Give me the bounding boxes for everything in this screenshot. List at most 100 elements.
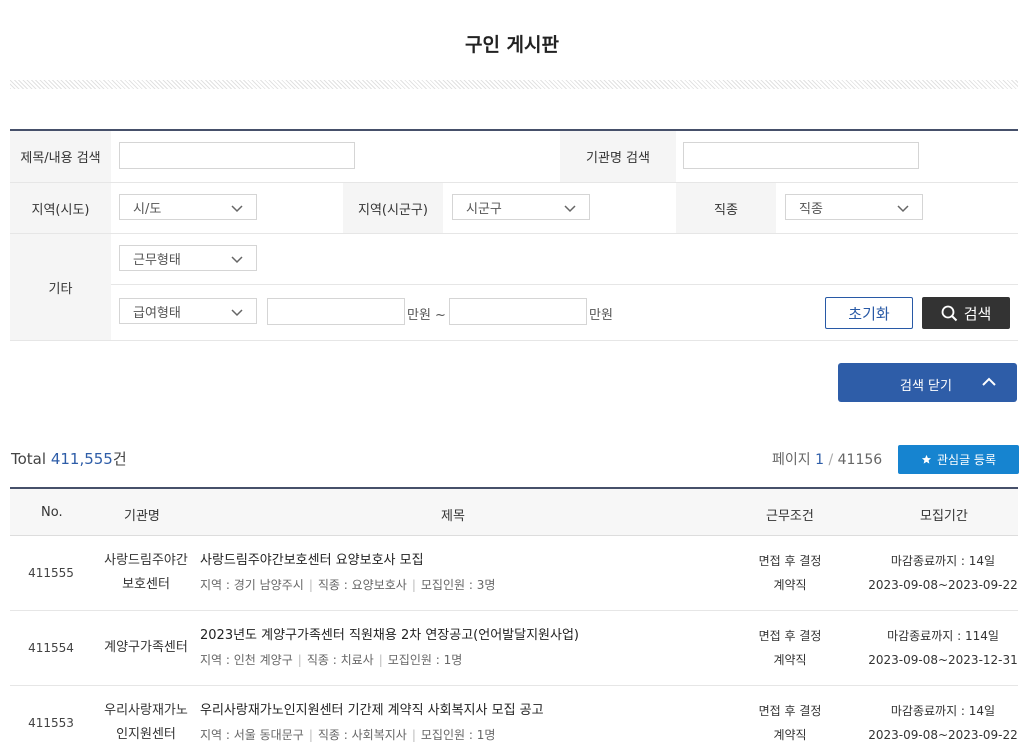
org-line: 인지원센터 bbox=[116, 727, 176, 742]
row-condition: 면접 후 결정 계약직 bbox=[735, 699, 845, 743]
table-row[interactable]: 411555 사랑드림주야간 보호센터 사랑드림주야간보호센터 요양보호사 모집… bbox=[10, 536, 1018, 611]
meta-region: 지역 : 경기 남양주시 bbox=[200, 578, 304, 592]
table-row[interactable]: 411553 우리사랑재가노 인지원센터 우리사랑재가노인지원센터 기간제 계약… bbox=[10, 686, 1018, 743]
pay-min-input[interactable] bbox=[267, 298, 405, 325]
table-header: No. 기관명 제목 근무조건 모집기간 bbox=[10, 489, 1018, 536]
period-dates: 2023-09-08~2023-09-22 bbox=[868, 728, 1018, 742]
work-type-select[interactable]: 근무형태 bbox=[119, 245, 257, 271]
period-dates: 2023-09-08~2023-12-31 bbox=[868, 653, 1018, 667]
meta-job: 직종 : 사회복지사 bbox=[317, 728, 407, 742]
row-meta: 지역 : 인천 계양구 | 직종 : 치료사 | 모집인원 : 1명 bbox=[200, 653, 463, 667]
page-indicator: 페이지 1 / 41156 bbox=[772, 449, 882, 469]
period-deadline: 마감종료까지 : 14일 bbox=[890, 704, 996, 718]
page-total: 41156 bbox=[837, 452, 883, 468]
row-period: 마감종료까지 : 14일 2023-09-08~2023-09-22 bbox=[868, 549, 1018, 597]
region-sido-label: 지역(시도) bbox=[10, 183, 111, 233]
star-icon bbox=[921, 454, 932, 464]
org-line: 우리사랑재가노 bbox=[104, 703, 188, 718]
favorite-register-button[interactable]: 관심글 등록 bbox=[898, 445, 1019, 474]
decorative-divider bbox=[10, 80, 1018, 89]
pay-type-select[interactable]: 급여형태 bbox=[119, 298, 257, 324]
search-panel: 제목/내용 검색 기관명 검색 지역(시도) 시/도 지역(시군구) 시군구 직… bbox=[10, 129, 1018, 341]
search-row-text: 제목/내용 검색 기관명 검색 bbox=[10, 131, 1018, 183]
page-title: 구인 게시판 bbox=[464, 34, 559, 56]
row-number: 411553 bbox=[28, 716, 74, 730]
row-title-link[interactable]: 우리사랑재가노인지원센터 기간제 계약직 사회복지사 모집 공고 bbox=[200, 699, 544, 718]
row-org: 계양구가족센터 bbox=[92, 636, 200, 660]
row-number: 411554 bbox=[28, 641, 74, 655]
region-sigungu-label: 지역(시군구) bbox=[343, 183, 443, 233]
period-deadline: 마감종료까지 : 114일 bbox=[887, 629, 999, 643]
condition-type: 계약직 bbox=[773, 653, 807, 667]
search-button-label: 검색 bbox=[963, 304, 992, 323]
job-type-select[interactable]: 직종 bbox=[785, 194, 923, 220]
reset-button[interactable]: 초기화 bbox=[825, 297, 913, 329]
condition-pay: 면접 후 결정 bbox=[758, 554, 822, 568]
row-period: 마감종료까지 : 14일 2023-09-08~2023-09-22 bbox=[868, 699, 1018, 743]
chevron-down-icon bbox=[231, 256, 243, 264]
meta-job: 직종 : 요양보호사 bbox=[317, 578, 407, 592]
org-line: 보호센터 bbox=[122, 577, 170, 592]
condition-type: 계약직 bbox=[773, 578, 807, 592]
meta-headcount: 모집인원 : 1명 bbox=[387, 653, 463, 667]
pay-max-input[interactable] bbox=[449, 298, 587, 325]
job-type-label: 직종 bbox=[676, 183, 776, 233]
search-button[interactable]: 검색 bbox=[922, 297, 1010, 329]
row-meta: 지역 : 서울 동대문구 | 직종 : 사회복지사 | 모집인원 : 1명 bbox=[200, 728, 496, 742]
page-separator: / bbox=[828, 452, 834, 468]
job-type-value: 직종 bbox=[799, 201, 823, 217]
chevron-down-icon bbox=[231, 309, 243, 317]
org-line: 계양구가족센터 bbox=[104, 640, 188, 655]
favorite-register-label: 관심글 등록 bbox=[936, 453, 996, 467]
condition-type: 계약직 bbox=[773, 728, 807, 742]
meta-region: 지역 : 서울 동대문구 bbox=[200, 728, 304, 742]
org-line: 사랑드림주야간 bbox=[104, 553, 188, 568]
page-prefix: 페이지 bbox=[772, 452, 816, 468]
row-condition: 면접 후 결정 계약직 bbox=[735, 549, 845, 597]
row-title-link[interactable]: 2023년도 계양구가족센터 직원채용 2차 연장공고(언어발달지원사업) bbox=[200, 624, 579, 643]
meta-job: 직종 : 치료사 bbox=[306, 653, 374, 667]
work-type-value: 근무형태 bbox=[133, 252, 181, 268]
close-search-label: 검색 닫기 bbox=[900, 379, 952, 394]
org-name-input[interactable] bbox=[683, 142, 919, 169]
title-content-label: 제목/내용 검색 bbox=[10, 131, 111, 182]
region-sido-select[interactable]: 시/도 bbox=[119, 194, 257, 220]
table-row[interactable]: 411554 계양구가족센터 2023년도 계양구가족센터 직원채용 2차 연장… bbox=[10, 611, 1018, 686]
pay-type-value: 급여형태 bbox=[133, 305, 181, 321]
period-dates: 2023-09-08~2023-09-22 bbox=[868, 578, 1018, 592]
row-divider bbox=[111, 284, 1018, 285]
chevron-down-icon bbox=[897, 205, 909, 213]
row-meta: 지역 : 경기 남양주시 | 직종 : 요양보호사 | 모집인원 : 3명 bbox=[200, 578, 496, 592]
condition-pay: 면접 후 결정 bbox=[758, 704, 822, 718]
org-name-label: 기관명 검색 bbox=[560, 131, 676, 182]
pay-max-unit: 만원 bbox=[589, 308, 613, 323]
header-period: 모집기간 bbox=[920, 509, 968, 524]
period-deadline: 마감종료까지 : 14일 bbox=[890, 554, 996, 568]
row-period: 마감종료까지 : 114일 2023-09-08~2023-12-31 bbox=[868, 624, 1018, 672]
search-icon bbox=[941, 305, 957, 321]
row-number: 411555 bbox=[28, 566, 74, 580]
total-suffix: 건 bbox=[112, 450, 127, 468]
region-sigungu-select[interactable]: 시군구 bbox=[452, 194, 590, 220]
row-title-link[interactable]: 사랑드림주야간보호센터 요양보호사 모집 bbox=[200, 549, 424, 568]
row-org: 사랑드림주야간 보호센터 bbox=[92, 549, 200, 597]
job-posting-table: No. 기관명 제목 근무조건 모집기간 411555 사랑드림주야간 보호센터… bbox=[10, 487, 1018, 743]
chevron-up-icon bbox=[982, 377, 996, 386]
meta-headcount: 모집인원 : 3명 bbox=[420, 578, 496, 592]
row-condition: 면접 후 결정 계약직 bbox=[735, 624, 845, 672]
header-title: 제목 bbox=[441, 509, 465, 524]
row-org: 우리사랑재가노 인지원센터 bbox=[92, 699, 200, 743]
close-search-button[interactable]: 검색 닫기 bbox=[838, 363, 1017, 402]
header-condition: 근무조건 bbox=[766, 509, 814, 524]
title-content-input[interactable] bbox=[119, 142, 355, 169]
meta-headcount: 모집인원 : 1명 bbox=[420, 728, 496, 742]
chevron-down-icon bbox=[564, 205, 576, 213]
header-no: No. bbox=[41, 505, 63, 520]
pay-min-unit: 만원 ~ bbox=[407, 308, 446, 323]
total-count: Total 411,555건 bbox=[11, 448, 127, 469]
page-current: 1 bbox=[815, 452, 825, 468]
total-number: 411,555 bbox=[50, 450, 113, 468]
header-org: 기관명 bbox=[124, 509, 160, 524]
region-sido-value: 시/도 bbox=[133, 201, 162, 217]
etc-label: 기타 bbox=[10, 234, 111, 340]
